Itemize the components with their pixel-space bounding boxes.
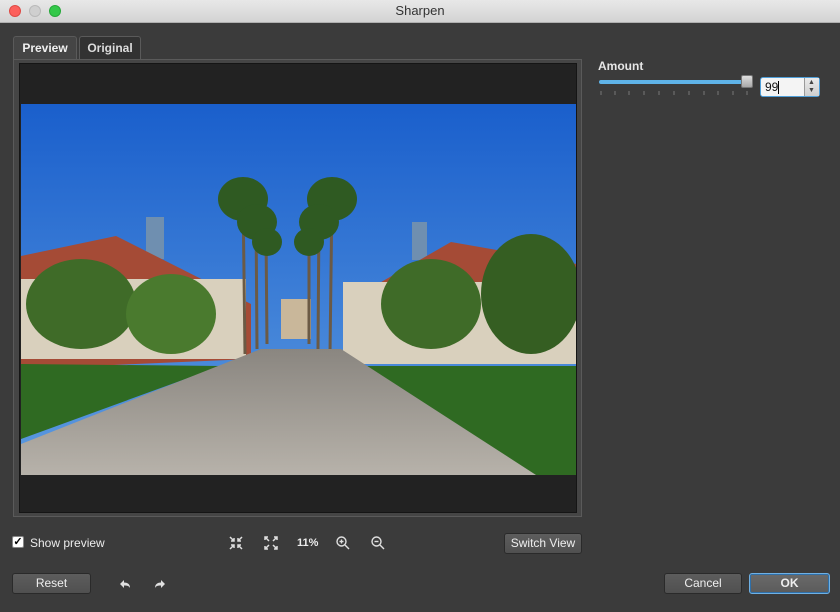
- preview-canvas[interactable]: [19, 63, 577, 513]
- stepper-down-icon[interactable]: ▼: [808, 87, 815, 95]
- title-bar: Sharpen: [0, 0, 840, 23]
- window-title: Sharpen: [395, 3, 445, 18]
- reset-button[interactable]: Reset: [12, 573, 91, 594]
- tab-original[interactable]: Original: [79, 36, 141, 60]
- ok-button[interactable]: OK: [749, 573, 830, 594]
- show-preview-checkbox[interactable]: ✓: [12, 536, 24, 548]
- amount-slider-track[interactable]: [599, 80, 748, 84]
- cancel-button[interactable]: Cancel: [664, 573, 742, 594]
- redo-icon[interactable]: [152, 576, 168, 592]
- amount-spinbox[interactable]: 99 ▲ ▼: [760, 77, 820, 97]
- zoom-level: 11%: [297, 537, 319, 549]
- fit-to-window-icon[interactable]: [228, 535, 244, 551]
- preview-panel: [13, 59, 582, 517]
- switch-view-button[interactable]: Switch View: [504, 533, 582, 554]
- show-preview-label[interactable]: Show preview: [30, 536, 105, 550]
- actual-size-icon[interactable]: [263, 535, 279, 551]
- zoom-in-icon[interactable]: [335, 535, 351, 551]
- amount-stepper[interactable]: ▲ ▼: [804, 78, 819, 96]
- preview-image: [21, 104, 576, 475]
- text-caret: [778, 81, 779, 94]
- tab-preview[interactable]: Preview: [13, 36, 77, 61]
- stepper-up-icon[interactable]: ▲: [808, 79, 815, 87]
- amount-slider-thumb[interactable]: [741, 75, 753, 88]
- amount-slider-ticks: [600, 91, 748, 95]
- zoom-out-icon[interactable]: [370, 535, 386, 551]
- amount-value[interactable]: 99: [765, 80, 778, 94]
- amount-label: Amount: [598, 59, 644, 73]
- undo-icon[interactable]: [117, 576, 133, 592]
